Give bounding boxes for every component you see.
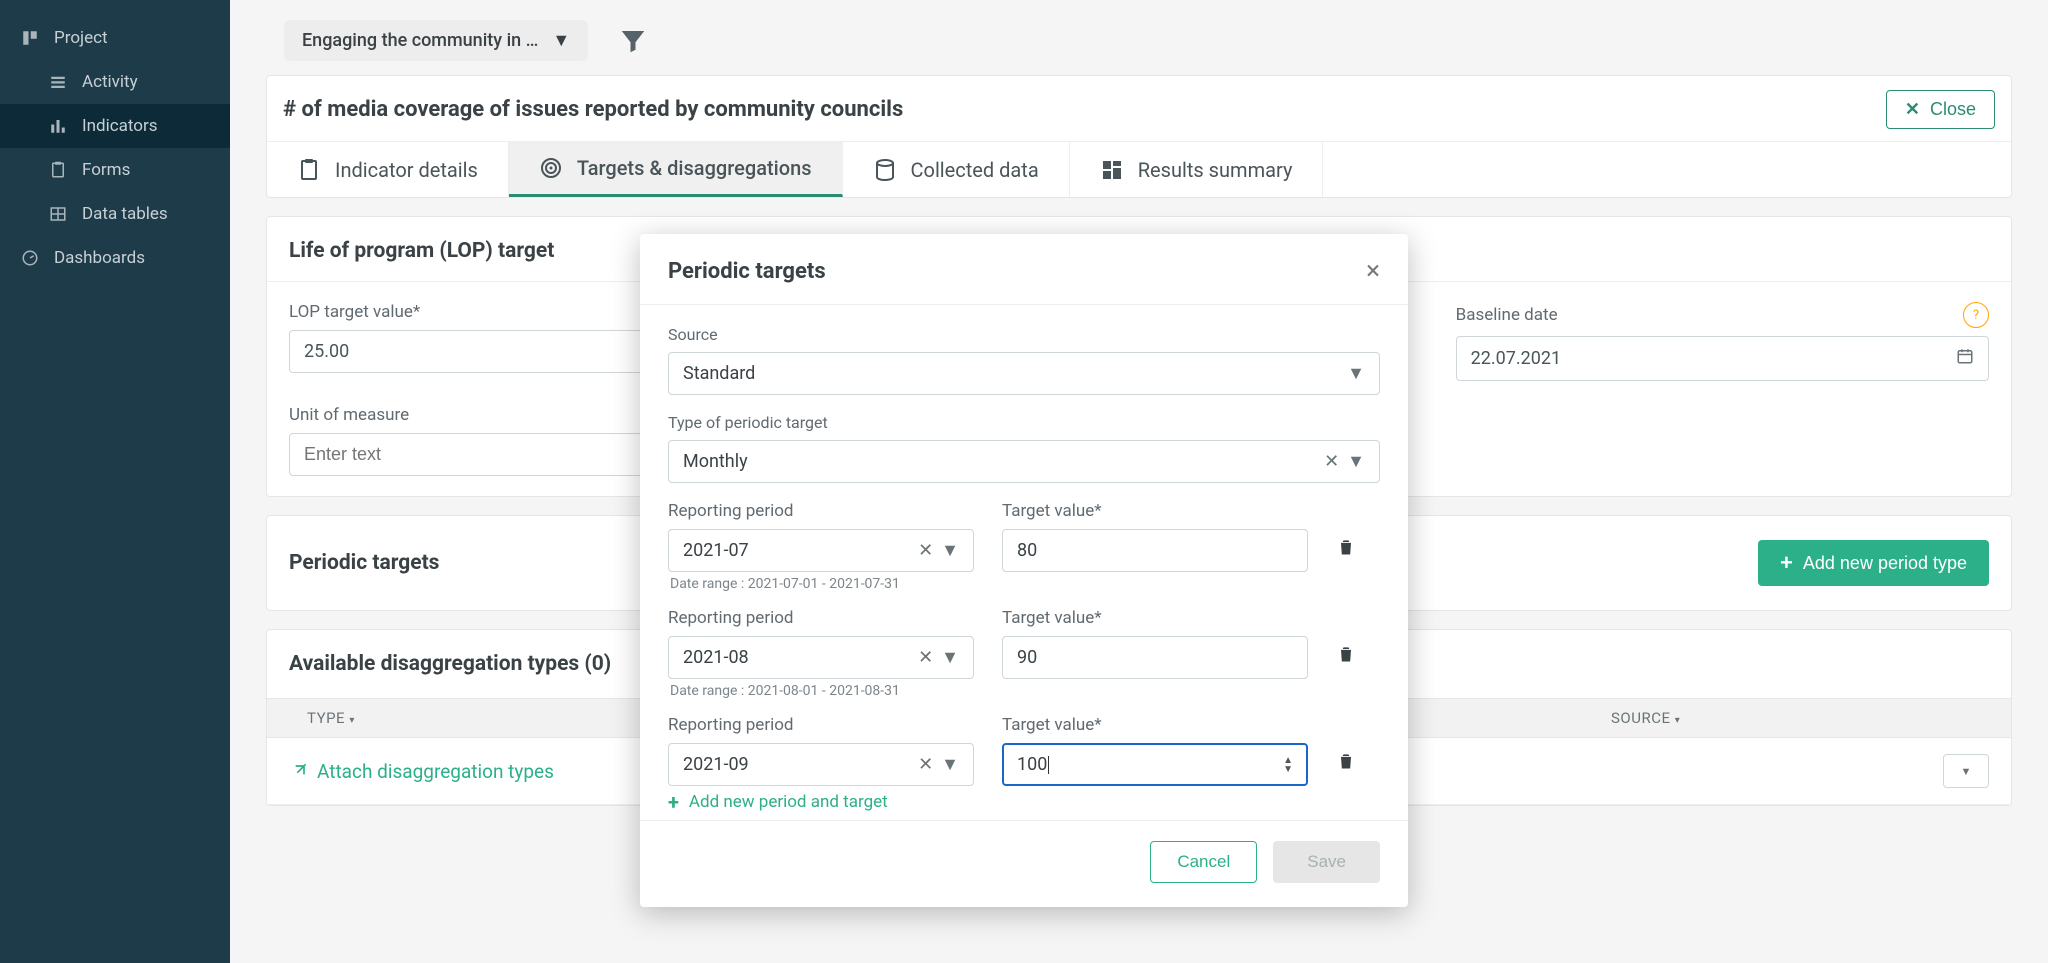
- period-value: 2021-09: [683, 754, 749, 775]
- periodic-targets-modal: Periodic targets × Source Standard ▼ Typ…: [640, 234, 1408, 907]
- source-label: Source: [668, 325, 1380, 344]
- trash-icon[interactable]: [1336, 649, 1356, 669]
- cancel-button[interactable]: Cancel: [1150, 841, 1257, 883]
- reporting-period-label: Reporting period: [668, 608, 974, 628]
- trash-icon[interactable]: [1336, 756, 1356, 776]
- caret-down-icon: ▼: [941, 540, 959, 561]
- reporting-period-label: Reporting period: [668, 501, 974, 521]
- number-spinner[interactable]: ▲▼: [1283, 756, 1293, 774]
- modal-backdrop: Periodic targets × Source Standard ▼ Typ…: [0, 0, 2048, 963]
- trash-icon[interactable]: [1336, 542, 1356, 562]
- source-select[interactable]: Standard ▼: [668, 352, 1380, 395]
- caret-down-icon: ▼: [1347, 363, 1365, 384]
- caret-down-icon: ▼: [941, 647, 959, 668]
- reporting-period-select[interactable]: 2021-08 ✕ ▼: [668, 636, 974, 679]
- period-value: 2021-08: [683, 647, 749, 668]
- target-value-label: Target value*: [1002, 715, 1308, 735]
- date-range-text: Date range : 2021-07-01 - 2021-07-31: [670, 576, 1380, 592]
- reporting-period-label: Reporting period: [668, 715, 974, 735]
- modal-close-icon[interactable]: ×: [1366, 256, 1380, 286]
- reporting-period-select[interactable]: 2021-09 ✕ ▼: [668, 743, 974, 786]
- source-value: Standard: [683, 363, 755, 384]
- target-value-input[interactable]: 80: [1002, 529, 1308, 572]
- target-value-label: Target value*: [1002, 501, 1308, 521]
- plus-icon: +: [668, 790, 679, 814]
- caret-down-icon: ▼: [1347, 451, 1365, 472]
- clear-icon[interactable]: ✕: [918, 754, 933, 775]
- period-value: 2021-07: [683, 540, 749, 561]
- type-select[interactable]: Monthly ✕ ▼: [668, 440, 1380, 483]
- target-value-input[interactable]: 100 ▲▼: [1002, 743, 1308, 786]
- target-value-input[interactable]: 90: [1002, 636, 1308, 679]
- save-button: Save: [1273, 841, 1380, 883]
- caret-down-icon: ▼: [941, 754, 959, 775]
- type-label: Type of periodic target: [668, 413, 1380, 432]
- period-row: Reporting period 2021-09 ✕ ▼ Target value…: [668, 715, 1380, 786]
- reporting-period-select[interactable]: 2021-07 ✕ ▼: [668, 529, 974, 572]
- period-row: Reporting period 2021-08 ✕ ▼ Target value…: [668, 608, 1380, 679]
- modal-title: Periodic targets: [668, 259, 826, 284]
- add-period-target-link[interactable]: + Add new period and target: [668, 790, 1380, 814]
- clear-icon[interactable]: ✕: [918, 647, 933, 668]
- type-value: Monthly: [683, 451, 748, 472]
- add-period-target-label: Add new period and target: [689, 792, 888, 812]
- clear-icon[interactable]: ✕: [918, 540, 933, 561]
- period-row: Reporting period 2021-07 ✕ ▼ Target value…: [668, 501, 1380, 572]
- target-value-label: Target value*: [1002, 608, 1308, 628]
- date-range-text: Date range : 2021-08-01 - 2021-08-31: [670, 683, 1380, 699]
- clear-icon[interactable]: ✕: [1324, 451, 1339, 472]
